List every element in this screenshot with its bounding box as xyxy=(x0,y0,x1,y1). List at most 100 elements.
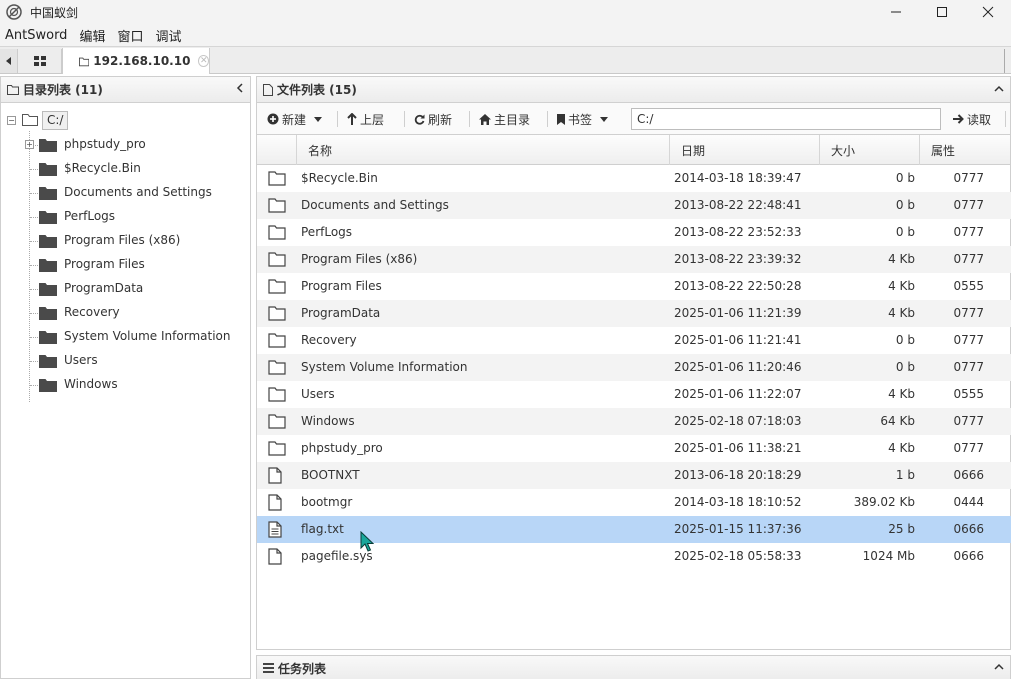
folder-outline-icon xyxy=(268,306,286,321)
cell-attr: 0555 xyxy=(953,387,984,401)
tree-item-programdata[interactable]: ProgramData xyxy=(1,277,250,301)
tab-scroll-left-button[interactable] xyxy=(0,49,18,73)
tree-item-label: PerfLogs xyxy=(64,209,116,223)
minimize-button[interactable] xyxy=(873,0,919,24)
tree-item-program-files-x86[interactable]: Program Files (x86) xyxy=(1,229,250,253)
cell-attr: 0777 xyxy=(953,198,984,212)
cell-name: System Volume Information xyxy=(301,360,468,374)
table-row[interactable]: Program Files 2013-08-22 22:50:28 4 Kb 0555 xyxy=(257,273,1011,300)
cell-name: Program Files (x86) xyxy=(301,252,418,266)
tree-item-perflogs[interactable]: PerfLogs xyxy=(1,205,250,229)
tab-bar: 192.168.10.10 ✕ xyxy=(0,46,1011,74)
tree-item-label: Documents and Settings xyxy=(64,185,212,199)
home-directory-button[interactable]: 主目录 xyxy=(479,109,530,129)
table-row[interactable]: bootmgr 2014-03-18 18:10:52 389.02 Kb 0444 xyxy=(257,489,1011,516)
cell-name: flag.txt xyxy=(301,522,344,536)
title-bar: 中国蚁剑 xyxy=(0,0,1011,24)
cell-size: 4 Kb xyxy=(888,279,915,293)
tree-item-users[interactable]: Users xyxy=(1,349,250,373)
folder-outline-icon xyxy=(268,252,286,267)
toolbar-separator xyxy=(337,111,338,127)
cell-attr: 0666 xyxy=(953,468,984,482)
menu-window[interactable]: 窗口 xyxy=(117,26,143,45)
column-header-attr[interactable]: 属性 xyxy=(919,135,1011,165)
collapse-panel-icon[interactable] xyxy=(994,82,1004,96)
cell-attr: 0666 xyxy=(953,549,984,563)
cell-size: 1 b xyxy=(895,468,915,482)
table-row[interactable]: System Volume Information 2025-01-06 11:2… xyxy=(257,354,1011,381)
table-row[interactable]: Documents and Settings 2013-08-22 22:48:4… xyxy=(257,192,1011,219)
cell-date: 2014-03-18 18:39:47 xyxy=(674,171,802,185)
cell-size: 0 b xyxy=(895,333,915,347)
task-panel: 任务列表 xyxy=(256,655,1011,679)
table-row[interactable]: Windows 2025-02-18 07:18:03 64 Kb 0777 xyxy=(257,408,1011,435)
folder-icon xyxy=(39,187,57,200)
table-row[interactable]: Users 2025-01-06 11:22:07 4 Kb 0555 xyxy=(257,381,1011,408)
directory-panel: 目录列表 (11) − C:/ + phpstudy_pro $Recycle.… xyxy=(0,76,251,679)
cell-name: Users xyxy=(301,387,335,401)
table-row[interactable]: BOOTNXT 2013-06-18 20:18:29 1 b 0666 xyxy=(257,462,1011,489)
directory-panel-header: 目录列表 (11) xyxy=(1,77,250,103)
caret-left-icon xyxy=(5,57,11,65)
cell-date: 2013-08-22 22:50:28 xyxy=(674,279,802,293)
new-button-label: 新建 xyxy=(282,112,307,127)
folder-icon xyxy=(39,235,57,248)
tree-item-documents-and-settings[interactable]: Documents and Settings xyxy=(1,181,250,205)
tree-root-node[interactable]: − C:/ xyxy=(1,109,250,133)
file-outline-icon xyxy=(263,83,273,96)
column-header-date[interactable]: 日期 xyxy=(669,135,820,165)
cell-attr: 0777 xyxy=(953,306,984,320)
tree-item-phpstudy-pro[interactable]: + phpstudy_pro xyxy=(1,133,250,157)
new-button[interactable]: 新建 xyxy=(267,109,323,129)
tree-item-windows[interactable]: Windows xyxy=(1,373,250,397)
tab-shell-manager[interactable] xyxy=(18,49,62,73)
tree-expand-toggle[interactable]: + xyxy=(25,140,34,149)
folder-icon-cell xyxy=(268,305,286,324)
tree-item-label: Recovery xyxy=(64,305,120,319)
task-panel-header: 任务列表 xyxy=(257,656,1010,679)
table-row[interactable]: Program Files (x86) 2013-08-22 23:39:32 4 … xyxy=(257,246,1011,273)
cell-date: 2025-02-18 07:18:03 xyxy=(674,414,802,428)
collapse-panel-icon[interactable] xyxy=(994,660,1004,674)
table-row[interactable]: phpstudy_pro 2025-01-06 11:38:21 4 Kb 0777 xyxy=(257,435,1011,462)
tree-root-label[interactable]: C:/ xyxy=(42,111,69,130)
maximize-button[interactable] xyxy=(919,0,965,24)
menu-debug[interactable]: 调试 xyxy=(155,26,181,45)
tree-item-system-volume-information[interactable]: System Volume Information xyxy=(1,325,250,349)
folder-outline-icon xyxy=(7,85,19,95)
tree-item-label: Program Files (x86) xyxy=(64,233,181,247)
tree-item-label: ProgramData xyxy=(64,281,144,295)
cell-date: 2013-08-22 22:48:41 xyxy=(674,198,802,212)
column-header-name[interactable]: 名称 xyxy=(296,135,670,165)
cell-size: 4 Kb xyxy=(888,252,915,266)
table-row[interactable]: ProgramData 2025-01-06 11:21:39 4 Kb 0777 xyxy=(257,300,1011,327)
path-input[interactable] xyxy=(631,108,941,130)
tree-collapse-toggle[interactable]: − xyxy=(7,116,16,125)
tree-item-recycle-bin[interactable]: $Recycle.Bin xyxy=(1,157,250,181)
cell-size: 4 Kb xyxy=(888,306,915,320)
collapse-panel-icon[interactable] xyxy=(236,82,244,96)
window-title: 中国蚁剑 xyxy=(30,5,79,20)
cell-attr: 0777 xyxy=(953,225,984,239)
table-row[interactable]: PerfLogs 2013-08-22 23:52:33 0 b 0777 xyxy=(257,219,1011,246)
column-header-size[interactable]: 大小 xyxy=(819,135,920,165)
table-row[interactable]: $Recycle.Bin 2014-03-18 18:39:47 0 b 0777 xyxy=(257,165,1011,192)
arrow-right-icon xyxy=(953,114,964,124)
file-grid-header: 名称 日期 大小 属性 xyxy=(257,135,1010,165)
menu-antsword[interactable]: AntSword xyxy=(5,28,67,43)
bookmark-button[interactable]: 书签 xyxy=(557,109,609,129)
tree-item-program-files[interactable]: Program Files xyxy=(1,253,250,277)
cell-attr: 0666 xyxy=(953,522,984,536)
folder-icon xyxy=(39,379,57,392)
cell-name: bootmgr xyxy=(301,495,353,509)
menu-edit[interactable]: 编辑 xyxy=(79,26,105,45)
tree-item-recovery[interactable]: Recovery xyxy=(1,301,250,325)
up-level-button[interactable]: 上层 xyxy=(347,109,384,129)
table-row[interactable]: Recovery 2025-01-06 11:21:41 0 b 0777 xyxy=(257,327,1011,354)
close-button[interactable] xyxy=(965,0,1011,24)
tab-shell-session[interactable]: 192.168.10.10 ✕ xyxy=(62,48,210,74)
tab-close-icon[interactable]: ✕ xyxy=(198,55,209,67)
refresh-button[interactable]: 刷新 xyxy=(414,109,452,129)
cell-attr: 0777 xyxy=(953,414,984,428)
read-button[interactable]: 读取 xyxy=(953,109,991,129)
